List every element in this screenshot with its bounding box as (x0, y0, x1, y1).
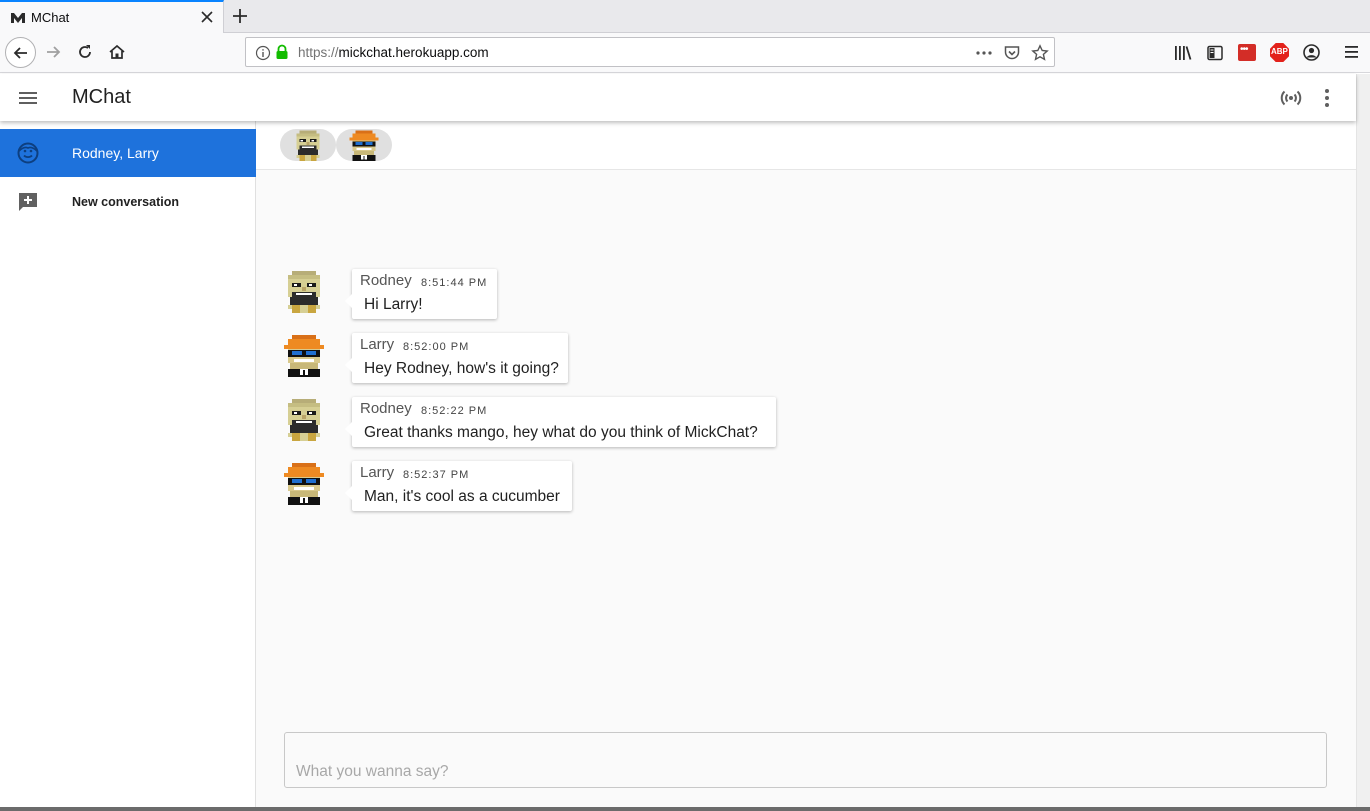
mchat-app: MChat Rodney, Larry New conversation Rod… (0, 74, 1370, 811)
message-bubble: Larry 8:52:37 PM Man, it's cool as a cuc… (345, 461, 572, 511)
message-text: Great thanks mango, hey what do you thin… (364, 424, 758, 441)
more-vert-icon[interactable] (1315, 86, 1339, 110)
home-icon (109, 44, 125, 59)
page-scrollbar[interactable] (1356, 74, 1370, 811)
message-bubble: Rodney 8:51:44 PM Hi Larry! (345, 269, 497, 319)
tab-title: MChat (31, 10, 70, 25)
back-button[interactable] (5, 37, 36, 68)
window-bottom-edge (0, 807, 1370, 811)
larry-avatar-icon (349, 130, 379, 161)
add-comment-icon (19, 193, 37, 211)
new-conversation-button[interactable]: New conversation (0, 178, 256, 226)
message-composer[interactable] (284, 732, 1327, 788)
url-bar[interactable]: https://mickchat.herokuapp.com (245, 37, 1055, 67)
sidebar-item-rodney-larry[interactable]: Rodney, Larry (0, 129, 256, 177)
message-text: Man, it's cool as a cucumber (364, 488, 560, 505)
back-icon (13, 46, 27, 59)
url-text[interactable]: https://mickchat.herokuapp.com (298, 45, 489, 60)
hamburger-menu-icon[interactable] (1343, 44, 1361, 60)
message-author: Rodney (360, 400, 412, 417)
reload-button[interactable] (70, 37, 100, 67)
app-title: MChat (72, 86, 131, 108)
participant-chip-rodney[interactable] (280, 129, 336, 161)
lastpass-icon[interactable]: ••• (1238, 44, 1256, 61)
app-bar: MChat (0, 74, 1356, 121)
close-tab-icon[interactable] (199, 9, 215, 25)
message-item: Larry 8:52:37 PM Man, it's cool as a cuc… (284, 461, 684, 513)
mchat-favicon-icon (11, 13, 25, 23)
library-icon[interactable] (1173, 44, 1193, 62)
browser-tab[interactable]: MChat (0, 0, 224, 33)
message-author: Larry (360, 464, 395, 481)
larry-avatar-icon (284, 463, 324, 505)
message-bubble: Larry 8:52:00 PM Hey Rodney, how's it go… (345, 333, 568, 383)
message-time: 8:51:44 PM (421, 277, 488, 289)
rodney-avatar-icon (288, 399, 320, 441)
message-item: Larry 8:52:00 PM Hey Rodney, how's it go… (284, 333, 684, 385)
message-time: 8:52:00 PM (403, 341, 470, 353)
home-button[interactable] (102, 37, 132, 67)
broadcast-icon[interactable] (1279, 86, 1303, 110)
message-item: Rodney 8:52:22 PM Great thanks mango, he… (284, 397, 884, 449)
forward-icon (47, 46, 61, 58)
rodney-avatar-icon (288, 271, 320, 313)
account-icon[interactable] (1302, 43, 1321, 62)
page-actions-icon[interactable] (975, 46, 993, 60)
message-time: 8:52:37 PM (403, 469, 470, 481)
message-time: 8:52:22 PM (421, 405, 488, 417)
message-bubble: Rodney 8:52:22 PM Great thanks mango, he… (345, 397, 776, 447)
sidebar-icon[interactable] (1206, 44, 1224, 62)
message-item: Rodney 8:51:44 PM Hi Larry! (284, 269, 584, 321)
chat-panel: Rodney 8:51:44 PM Hi Larry! Larry 8:52:0… (256, 121, 1356, 811)
info-icon[interactable] (255, 45, 271, 61)
face-icon (17, 142, 39, 164)
message-author: Rodney (360, 272, 412, 289)
forward-button[interactable] (38, 37, 68, 67)
conversation-label: Rodney, Larry (72, 145, 159, 161)
pocket-icon[interactable] (1003, 44, 1021, 62)
adblock-icon[interactable]: ABP (1270, 43, 1289, 62)
rodney-avatar-icon (296, 130, 320, 161)
participant-chip-larry[interactable] (336, 129, 392, 161)
message-author: Larry (360, 336, 395, 353)
conversation-sidebar: Rodney, Larry New conversation (0, 121, 256, 811)
larry-avatar-icon (284, 335, 324, 377)
browser-nav-bar: https://mickchat.herokuapp.com ••• ABP (0, 33, 1370, 73)
message-input[interactable] (285, 733, 1326, 787)
participants-bar (256, 121, 1356, 170)
new-tab-icon[interactable] (230, 6, 250, 26)
reload-icon (79, 45, 91, 58)
message-text: Hey Rodney, how's it going? (364, 360, 559, 377)
bookmark-star-icon[interactable] (1031, 44, 1049, 62)
message-text: Hi Larry! (364, 296, 423, 313)
new-conversation-label: New conversation (72, 195, 179, 209)
menu-icon[interactable] (16, 86, 40, 110)
lock-icon[interactable] (275, 44, 289, 60)
browser-tab-bar: MChat (0, 0, 1370, 33)
